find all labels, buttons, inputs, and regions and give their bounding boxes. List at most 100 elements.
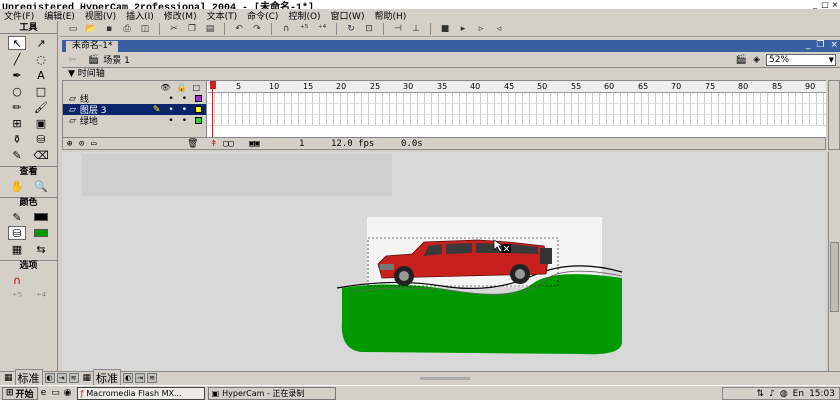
stop-icon[interactable]: ■ bbox=[438, 23, 452, 35]
menu-insert[interactable]: 插入(I) bbox=[126, 9, 154, 22]
menu-text[interactable]: 文本(T) bbox=[207, 9, 238, 22]
doc-restore-icon[interactable]: ❐ bbox=[816, 40, 824, 50]
stage-hscroll[interactable] bbox=[420, 374, 820, 382]
onion-skin-icon[interactable]: ▢▢ bbox=[223, 138, 234, 150]
ink-bottle-tool-icon[interactable]: ⚱ bbox=[8, 132, 26, 146]
stage-area[interactable] bbox=[62, 152, 826, 374]
onion-outline-icon[interactable]: ▣▣ bbox=[249, 138, 260, 150]
rectangle-tool-icon[interactable]: □ bbox=[32, 84, 50, 98]
default-colors-icon[interactable]: ▦ bbox=[8, 242, 26, 256]
lasso-tool-icon[interactable]: ◌ bbox=[32, 52, 50, 66]
menu-modify[interactable]: 修改(M) bbox=[164, 9, 197, 22]
eyedropper-tool-icon[interactable]: ✎ bbox=[8, 148, 26, 162]
swap-colors-icon[interactable]: ⇆ bbox=[32, 242, 50, 256]
trash-icon[interactable]: 🗑 bbox=[187, 138, 198, 150]
rewind-icon[interactable]: ◃ bbox=[492, 23, 506, 35]
volume-icon[interactable]: ♪ bbox=[769, 389, 775, 399]
copy-icon[interactable]: ❐ bbox=[185, 23, 199, 35]
media-icon[interactable]: ◉ bbox=[62, 387, 74, 399]
text-tool-icon[interactable]: A bbox=[32, 68, 50, 82]
document-tab[interactable]: 未命名-1* bbox=[66, 41, 119, 52]
fill-transform-tool-icon[interactable]: ▣ bbox=[32, 116, 50, 130]
maximize-button[interactable]: □ bbox=[820, 0, 830, 9]
menu-control[interactable]: 控制(O) bbox=[288, 9, 320, 22]
panel-button[interactable]: ⇥ bbox=[135, 373, 146, 383]
free-transform-tool-icon[interactable]: ⊞ bbox=[8, 116, 26, 130]
eye-icon[interactable]: 👁 bbox=[160, 83, 170, 92]
stroke-color-icon[interactable]: ✎ bbox=[8, 210, 26, 224]
doc-close-icon[interactable]: × bbox=[830, 40, 838, 50]
frame-row[interactable] bbox=[208, 93, 826, 104]
line-tool-icon[interactable]: ╱ bbox=[8, 52, 26, 66]
new-file-icon[interactable]: ▭ bbox=[66, 23, 80, 35]
start-button[interactable]: ⊞ 开始 bbox=[2, 386, 38, 400]
layer-row[interactable]: ▱ 绿地 • • bbox=[63, 115, 206, 127]
fill-color-swatch[interactable] bbox=[32, 226, 50, 240]
doc-minimize-icon[interactable]: _ bbox=[806, 40, 811, 50]
panel-icon[interactable]: ▦ bbox=[83, 373, 92, 383]
save-icon[interactable]: ▪ bbox=[102, 23, 116, 35]
frame-row[interactable] bbox=[208, 115, 826, 126]
frame-grid[interactable]: 1 5 10 15 20 25 30 35 40 45 50 55 60 65 … bbox=[208, 81, 826, 137]
stroke-color-swatch[interactable] bbox=[32, 210, 50, 224]
zoom-tool-icon[interactable]: 🔍 bbox=[32, 179, 50, 193]
stage-vscroll[interactable] bbox=[828, 152, 840, 374]
subselect-tool-icon[interactable]: ↗ bbox=[32, 36, 50, 50]
straighten-icon[interactable]: ⁺⁴ bbox=[315, 23, 329, 35]
menu-window[interactable]: 窗口(W) bbox=[331, 9, 365, 22]
desktop-icon[interactable]: ▭ bbox=[50, 387, 62, 399]
zoom-select[interactable]: 52% bbox=[766, 54, 836, 66]
add-folder-icon[interactable]: ▭ bbox=[91, 138, 96, 150]
layer-outline-swatch[interactable] bbox=[195, 95, 202, 102]
align-left-icon[interactable]: ⊣ bbox=[391, 23, 405, 35]
align-center-icon[interactable]: ⊥ bbox=[409, 23, 423, 35]
eraser-tool-icon[interactable]: ⌫ bbox=[32, 148, 50, 162]
lock-icon[interactable]: 🔒 bbox=[176, 83, 186, 92]
snap-magnet-option-icon[interactable]: ∩ bbox=[8, 273, 26, 287]
timeline-vscroll[interactable] bbox=[828, 80, 840, 150]
undo-icon[interactable]: ↶ bbox=[232, 23, 246, 35]
vscroll-thumb[interactable] bbox=[830, 242, 839, 312]
panel-button[interactable]: ◐ bbox=[44, 373, 55, 383]
task-hypercam[interactable]: ▣ HyperCam - 正在录制 bbox=[207, 386, 336, 400]
add-guide-icon[interactable]: ⊙ bbox=[79, 138, 84, 150]
frame-row[interactable] bbox=[208, 104, 826, 115]
antivirus-icon[interactable]: ◍ bbox=[780, 389, 788, 399]
close-button[interactable]: × bbox=[830, 0, 840, 9]
hand-tool-icon[interactable]: ✋ bbox=[8, 179, 26, 193]
play-icon[interactable]: ▸ bbox=[456, 23, 470, 35]
ie-icon[interactable]: e bbox=[38, 387, 50, 399]
back-arrow-icon[interactable]: ⇦ bbox=[62, 55, 82, 65]
center-frame-icon[interactable]: ǂ bbox=[211, 138, 216, 150]
step-forward-icon[interactable]: ▹ bbox=[474, 23, 488, 35]
network-icon[interactable]: ⇅ bbox=[757, 389, 765, 399]
panel-button[interactable]: ◐ bbox=[123, 373, 134, 383]
menu-edit[interactable]: 编辑(E) bbox=[44, 9, 75, 22]
ime-icon[interactable]: En bbox=[793, 389, 804, 399]
smooth-icon[interactable]: ⁺⁵ bbox=[297, 23, 311, 35]
menu-view[interactable]: 视图(V) bbox=[85, 9, 116, 22]
snap-magnet-icon[interactable]: ∩ bbox=[279, 23, 293, 35]
menu-commands[interactable]: 命令(C) bbox=[247, 9, 278, 22]
print-icon[interactable]: ⎙ bbox=[120, 23, 134, 35]
frame-ruler[interactable]: 1 5 10 15 20 25 30 35 40 45 50 55 60 65 … bbox=[208, 81, 826, 93]
paste-icon[interactable]: ▤ bbox=[203, 23, 217, 35]
panel-button[interactable]: ≋ bbox=[147, 373, 158, 383]
layer-outline-swatch[interactable] bbox=[195, 117, 202, 124]
arrow-tool-icon[interactable]: ↖ bbox=[8, 36, 26, 50]
scale-icon[interactable]: ⊡ bbox=[362, 23, 376, 35]
brush-tool-icon[interactable]: 🖌 bbox=[32, 100, 50, 114]
edit-scene-icon[interactable]: 🎬 bbox=[736, 55, 747, 65]
oval-tool-icon[interactable]: ○ bbox=[8, 84, 26, 98]
rotate-icon[interactable]: ↻ bbox=[344, 23, 358, 35]
playhead[interactable] bbox=[210, 81, 216, 137]
redo-icon[interactable]: ↷ bbox=[250, 23, 264, 35]
edit-symbol-icon[interactable]: ◈ bbox=[753, 55, 760, 65]
panel-button[interactable]: ≋ bbox=[68, 373, 79, 383]
pen-tool-icon[interactable]: ✒ bbox=[8, 68, 26, 82]
task-flash[interactable]: ƒ Macromedia Flash MX... bbox=[76, 386, 205, 400]
paint-bucket-tool-icon[interactable]: ⛁ bbox=[32, 132, 50, 146]
menu-help[interactable]: 帮助(H) bbox=[374, 9, 406, 22]
pencil-tool-icon[interactable]: ✏ bbox=[8, 100, 26, 114]
add-layer-icon[interactable]: ⊕ bbox=[67, 138, 72, 150]
